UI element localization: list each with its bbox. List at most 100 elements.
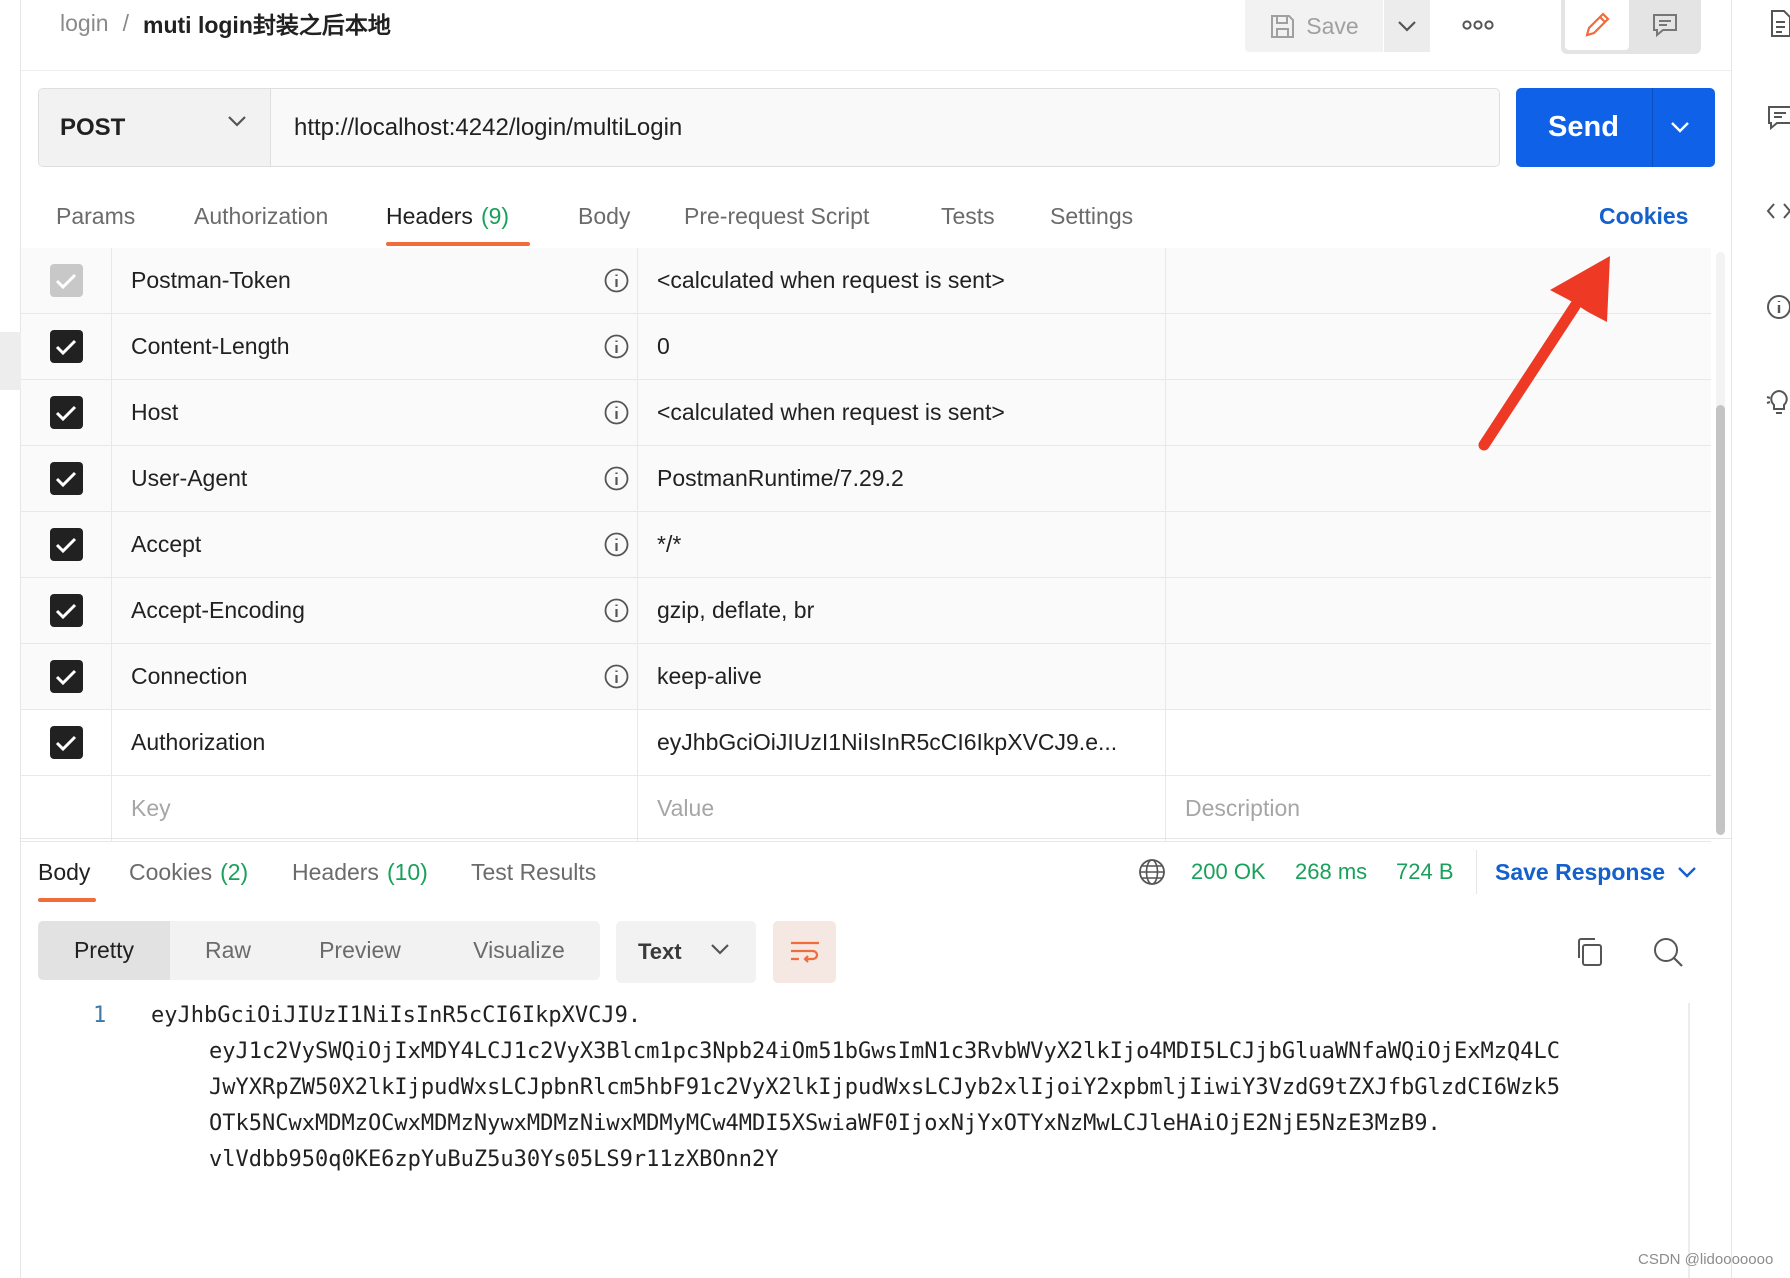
method-select[interactable]: POST — [39, 89, 271, 166]
info-icon[interactable] — [603, 267, 630, 294]
edit-mode-button[interactable] — [1565, 0, 1629, 50]
chevron-down-icon — [711, 944, 729, 955]
info-icon[interactable] — [603, 663, 630, 690]
info-icon[interactable] — [603, 531, 630, 558]
header-checkbox[interactable] — [49, 594, 83, 627]
value-input[interactable]: Value — [639, 776, 1166, 841]
cookies-link[interactable]: Cookies — [1599, 198, 1688, 234]
tab-headers[interactable]: Headers (9) — [386, 198, 509, 234]
right-context-bar — [1731, 0, 1790, 1278]
description-input[interactable]: Description — [1167, 776, 1711, 841]
comment-mode-button[interactable] — [1632, 0, 1698, 50]
table-row: Postman-Token <calculated when request i… — [21, 248, 1711, 314]
header-checkbox[interactable] — [49, 264, 83, 297]
header-value[interactable]: PostmanRuntime/7.29.2 — [639, 446, 1166, 511]
header-key[interactable]: User-Agent — [113, 446, 638, 511]
sidebar-toggle[interactable] — [0, 332, 21, 390]
header-description[interactable] — [1167, 710, 1711, 775]
info-icon[interactable] — [603, 333, 630, 360]
checkmark-icon — [55, 537, 77, 553]
tab-params[interactable]: Params — [56, 198, 135, 234]
response-tab-body[interactable]: Body — [38, 852, 90, 892]
request-name[interactable]: muti login封装之后本地 — [143, 6, 391, 40]
status-code[interactable]: 200 OK — [1191, 852, 1266, 892]
header-key[interactable]: Connection — [113, 644, 638, 709]
headers-scrollbar-thumb[interactable] — [1716, 405, 1725, 835]
comment-icon — [1653, 14, 1677, 38]
left-sidebar-edge — [0, 0, 21, 1278]
annotation-arrow-icon — [1478, 256, 1610, 451]
response-tab-headers[interactable]: Headers (10) — [292, 852, 428, 892]
checkmark-icon — [55, 405, 77, 421]
save-button[interactable]: Save — [1245, 0, 1383, 52]
response-tab-test-results[interactable]: Test Results — [471, 852, 596, 892]
header-value[interactable]: eyJhbGciOiJIUzI1NiIsInR5cCI6IkpXVCJ9.e..… — [639, 710, 1166, 775]
code-line: eyJhbGciOiJIUzI1NiIsInR5cCI6IkpXVCJ9. — [151, 1003, 642, 1028]
header-key[interactable]: Accept-Encoding — [113, 578, 638, 643]
format-pretty[interactable]: Pretty — [38, 921, 170, 980]
header-key[interactable]: Postman-Token — [113, 248, 638, 313]
tab-authorization[interactable]: Authorization — [194, 198, 328, 234]
header-description[interactable] — [1167, 512, 1711, 577]
info-icon[interactable] — [1764, 292, 1790, 322]
code-snippet-icon[interactable] — [1764, 196, 1790, 226]
header-key[interactable]: Content-Length — [113, 314, 638, 379]
save-options-dropdown[interactable] — [1384, 0, 1430, 52]
lightbulb-icon[interactable] — [1764, 387, 1790, 417]
header-description[interactable] — [1167, 644, 1711, 709]
header-key[interactable]: Authorization — [113, 710, 638, 775]
more-actions-button[interactable] — [1462, 10, 1494, 40]
header-key[interactable]: Accept — [113, 512, 638, 577]
language-select[interactable]: Text — [616, 921, 756, 983]
header-checkbox[interactable] — [49, 726, 83, 759]
header-key[interactable]: Host — [113, 380, 638, 445]
checkmark-icon — [55, 339, 77, 355]
header-value[interactable]: <calculated when request is sent> — [639, 380, 1166, 445]
header-value[interactable]: gzip, deflate, br — [639, 578, 1166, 643]
header-checkbox[interactable] — [49, 330, 83, 363]
header-checkbox[interactable] — [49, 528, 83, 561]
info-icon[interactable] — [603, 465, 630, 492]
documentation-icon[interactable] — [1764, 8, 1790, 38]
response-size[interactable]: 724 B — [1396, 852, 1454, 892]
tab-settings[interactable]: Settings — [1050, 198, 1133, 234]
tab-body[interactable]: Body — [578, 198, 630, 234]
key-input[interactable]: Key — [113, 776, 638, 841]
header-value[interactable]: keep-alive — [639, 644, 1166, 709]
table-row: Host <calculated when request is sent> — [21, 380, 1711, 446]
header-value[interactable]: 0 — [639, 314, 1166, 379]
format-raw[interactable]: Raw — [178, 921, 278, 980]
tab-pre-request-script[interactable]: Pre-request Script — [684, 198, 869, 234]
table-row: Authorization eyJhbGciOiJIUzI1NiIsInR5cC… — [21, 710, 1711, 776]
format-preview[interactable]: Preview — [298, 921, 422, 980]
save-response-button[interactable]: Save Response — [1495, 852, 1697, 892]
comments-icon[interactable] — [1764, 102, 1790, 132]
line-number: 1 — [93, 1003, 107, 1028]
globe-icon[interactable] — [1137, 857, 1167, 887]
url-input[interactable]: http://localhost:4242/login/multiLogin — [294, 89, 682, 166]
header-value[interactable]: <calculated when request is sent> — [639, 248, 1166, 313]
code-scrollbar[interactable] — [1688, 1003, 1690, 1278]
checkmark-icon — [55, 735, 77, 751]
header-checkbox[interactable] — [49, 660, 83, 693]
header-description[interactable] — [1167, 578, 1711, 643]
copy-icon[interactable] — [1574, 936, 1606, 968]
response-time[interactable]: 268 ms — [1295, 852, 1367, 892]
info-icon[interactable] — [603, 399, 630, 426]
format-visualize[interactable]: Visualize — [446, 921, 592, 980]
response-body[interactable]: 1 eyJhbGciOiJIUzI1NiIsInR5cCI6IkpXVCJ9. … — [21, 1000, 1686, 1278]
header-checkbox[interactable] — [49, 396, 83, 429]
header-value[interactable]: */* — [639, 512, 1166, 577]
search-icon[interactable] — [1652, 936, 1684, 968]
code-line: vlVdbb950q0KE6zpYuBuZ5u30Ys05LS9r11zXBOn… — [209, 1147, 779, 1172]
send-button[interactable]: Send — [1516, 88, 1715, 167]
response-tab-cookies[interactable]: Cookies (2) — [129, 852, 248, 892]
send-options-chevron-icon[interactable] — [1667, 112, 1693, 142]
tab-tests[interactable]: Tests — [941, 198, 995, 234]
info-icon[interactable] — [603, 597, 630, 624]
save-label: Save — [1306, 12, 1359, 39]
wrap-lines-button[interactable] — [773, 921, 836, 983]
checkmark-icon — [55, 603, 77, 619]
header-checkbox[interactable] — [49, 462, 83, 495]
breadcrumb-collection[interactable]: login — [60, 10, 109, 37]
